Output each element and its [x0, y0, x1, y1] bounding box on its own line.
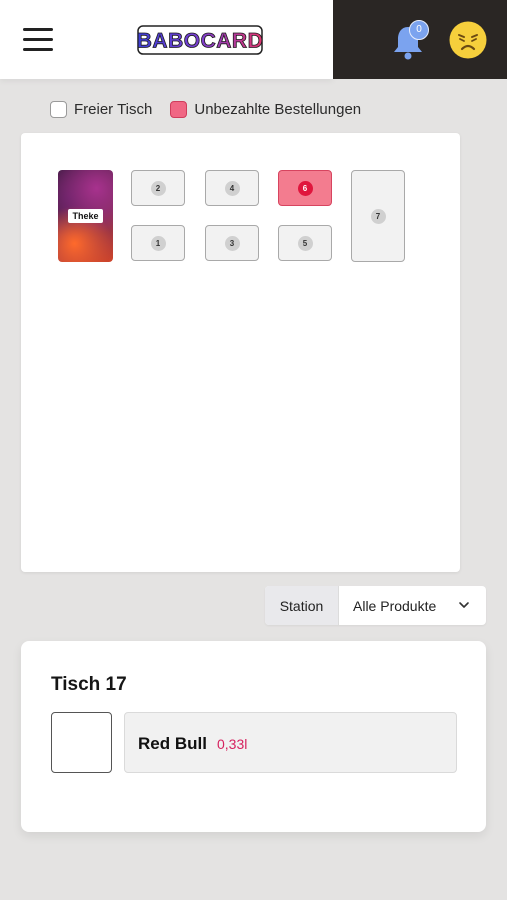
menu-line [23, 48, 53, 51]
table-tile[interactable]: 2 [131, 170, 185, 206]
logo-text: BABOCARD [137, 30, 263, 53]
legend-free: Freier Tisch [50, 100, 153, 118]
table-number: 7 [370, 208, 386, 224]
babocard-logo[interactable]: BABOCARD [137, 25, 263, 55]
counter-tile[interactable]: Theke [58, 170, 113, 262]
table-tile[interactable]: 3 [205, 225, 259, 261]
order-item-name: Red Bull [138, 734, 207, 753]
menu-line [23, 38, 53, 41]
order-card: Tisch 17 Red Bull 0,33l [21, 641, 486, 832]
table-number: 4 [224, 180, 240, 196]
station-filter: Station Alle Produkte [265, 586, 486, 625]
legend-free-swatch [50, 100, 67, 118]
order-item[interactable]: Red Bull 0,33l [124, 712, 457, 773]
table-legend: Freier Tisch Unbezahlte Bestellungen [50, 98, 361, 120]
hamburger-icon[interactable] [23, 26, 53, 52]
notification-badge: 0 [409, 20, 429, 40]
table-tile[interactable]: 4 [205, 170, 259, 206]
table-number: 3 [224, 235, 240, 251]
table-tile[interactable]: 7 [351, 170, 405, 262]
table-number: 2 [150, 180, 166, 196]
legend-free-label: Freier Tisch [74, 100, 153, 118]
order-card-title: Tisch 17 [51, 674, 127, 695]
chevron-down-icon [459, 602, 469, 608]
legend-unpaid: Unbezahlte Bestellungen [170, 100, 362, 118]
table-tile-unpaid[interactable]: 6 [278, 170, 332, 206]
station-label: Station [265, 586, 339, 625]
app-header: BABOCARD 0 [0, 0, 507, 79]
table-number: 6 [297, 180, 313, 196]
table-number: 5 [297, 235, 313, 251]
table-tile[interactable]: 5 [278, 225, 332, 261]
frowning-face-icon[interactable] [449, 21, 487, 59]
menu-line [23, 28, 53, 31]
product-select-value: Alle Produkte [353, 597, 437, 614]
order-item-checkbox[interactable] [51, 712, 112, 773]
table-number: 1 [150, 235, 166, 251]
legend-unpaid-swatch [170, 100, 188, 118]
table-tile[interactable]: 1 [131, 225, 185, 261]
legend-unpaid-label: Unbezahlte Bestellungen [194, 100, 362, 118]
product-select[interactable]: Alle Produkte [339, 586, 486, 625]
counter-label: Theke [68, 209, 103, 223]
order-item-size: 0,33l [217, 736, 248, 752]
